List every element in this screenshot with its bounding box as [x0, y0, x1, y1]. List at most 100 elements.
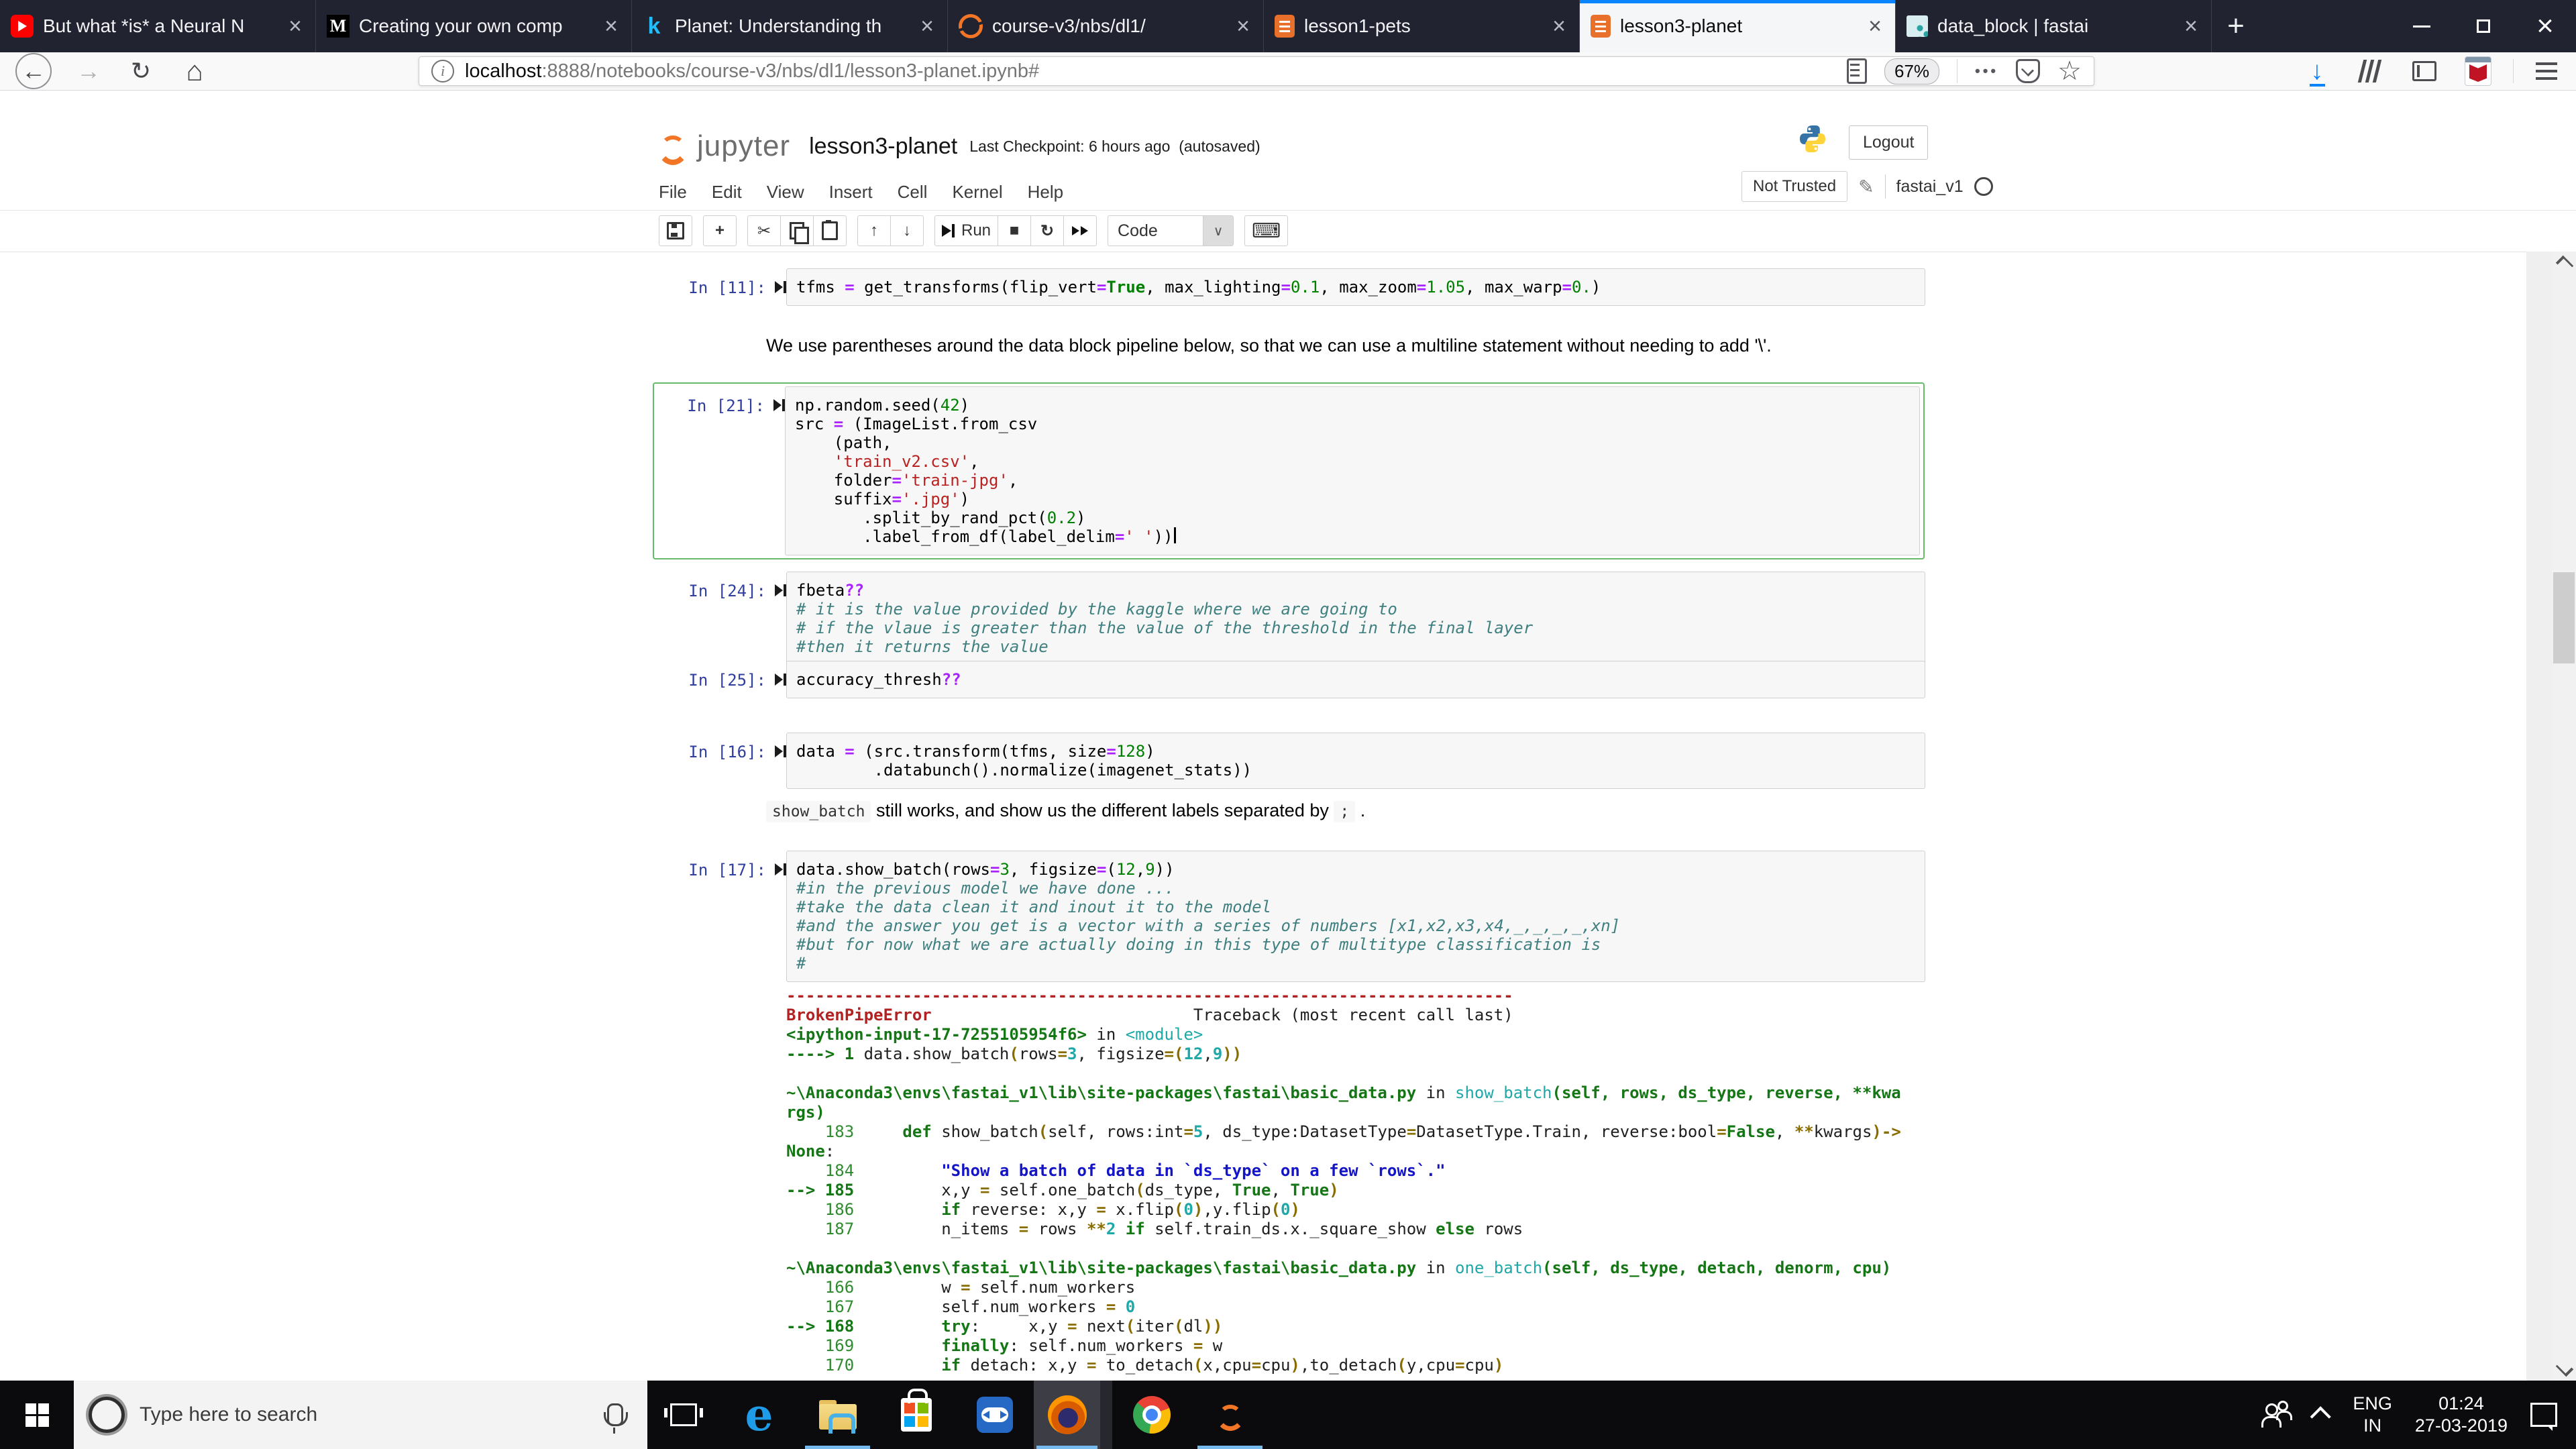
menu-help[interactable]: Help — [1028, 176, 1076, 208]
menu-view[interactable]: View — [767, 176, 817, 208]
run-cell-icon[interactable] — [766, 661, 786, 698]
close-tab-icon[interactable]: × — [1866, 13, 1884, 40]
minimize-button[interactable] — [2391, 0, 2453, 52]
new-tab-button[interactable]: + — [2212, 0, 2260, 52]
menu-button[interactable] — [2525, 52, 2568, 90]
people-icon[interactable] — [2261, 1401, 2293, 1428]
notebook-scrollbar[interactable] — [2552, 252, 2576, 1381]
menu-file[interactable]: File — [659, 176, 700, 208]
cell-input[interactable]: tfms = get_transforms(flip_vert=True, ma… — [786, 268, 1925, 306]
markdown-cell[interactable]: We use parentheses around the data block… — [659, 335, 1925, 356]
browser-tab-7[interactable]: data_block | fastai × — [1896, 0, 2212, 52]
code-cell-24[interactable]: In [24]: fbeta?? # it is the value provid… — [659, 572, 1925, 665]
move-cell-up-button[interactable]: ↑ — [857, 215, 891, 246]
menu-edit[interactable]: Edit — [712, 176, 755, 208]
menu-cell[interactable]: Cell — [898, 176, 941, 208]
start-button[interactable] — [0, 1381, 74, 1449]
bookmark-star-icon[interactable]: ☆ — [2057, 58, 2082, 85]
pocket-icon[interactable] — [2016, 59, 2041, 83]
run-cell-icon[interactable] — [766, 851, 786, 982]
browser-tab-5[interactable]: lesson1-pets × — [1264, 0, 1580, 52]
restart-kernel-button[interactable]: ↻ — [1030, 215, 1065, 246]
logout-button[interactable]: Logout — [1849, 125, 1929, 160]
code-cell-17[interactable]: In [17]: data.show_batch(rows=3, figsize=… — [659, 851, 1925, 982]
cell-type-dropdown[interactable]: Code ∨ — [1108, 215, 1234, 246]
paste-cell-button[interactable] — [813, 215, 847, 246]
cut-cell-button[interactable]: ✂ — [747, 215, 781, 246]
copy-cell-button[interactable] — [780, 215, 814, 246]
taskbar-store[interactable] — [877, 1381, 955, 1449]
code-cell-11[interactable]: In [11]: tfms = get_transforms(flip_vert=… — [659, 268, 1925, 306]
home-button[interactable]: ⌂ — [176, 52, 213, 90]
add-cell-button[interactable]: + — [703, 215, 737, 246]
command-palette-button[interactable]: ⌨ — [1244, 215, 1289, 246]
save-button[interactable] — [659, 215, 692, 246]
reader-mode-icon[interactable] — [1846, 58, 1867, 84]
cell-input[interactable]: data.show_batch(rows=3, figsize=(12,9)) … — [786, 851, 1925, 982]
scrollbar-thumb[interactable] — [2553, 572, 2575, 663]
language-indicator[interactable]: ENG IN — [2353, 1393, 2392, 1437]
taskbar-file-explorer[interactable] — [798, 1381, 877, 1449]
menu-kernel[interactable]: Kernel — [952, 176, 1015, 208]
page-actions-icon[interactable]: ••• — [1975, 62, 1998, 80]
markdown-cell[interactable]: show_batch still works, and show us the … — [659, 800, 1925, 822]
browser-tab-6[interactable]: lesson3-planet × — [1580, 0, 1896, 52]
taskbar-chrome[interactable] — [1112, 1381, 1191, 1449]
jupyter-logo-text[interactable]: jupyter — [697, 129, 790, 163]
sidebar-button[interactable] — [2403, 52, 2446, 90]
cell-input[interactable]: accuracy_thresh?? — [786, 661, 1925, 698]
restart-run-all-button[interactable] — [1063, 215, 1097, 246]
scroll-up-arrow-icon[interactable] — [2555, 255, 2574, 274]
forward-button[interactable]: → — [70, 52, 107, 90]
zoom-level-badge[interactable]: 67% — [1884, 58, 1940, 85]
notebook-title[interactable]: lesson3-planet — [809, 133, 957, 160]
run-cell-icon[interactable] — [766, 733, 786, 789]
action-center-icon[interactable] — [2530, 1403, 2557, 1431]
reload-button[interactable]: ↻ — [122, 52, 160, 90]
close-tab-icon[interactable]: × — [1550, 13, 1568, 40]
browser-tab-2[interactable]: M Creating your own comp × — [316, 0, 632, 52]
restore-button[interactable] — [2453, 0, 2514, 52]
scissors-icon: ✂ — [757, 221, 771, 240]
run-cell-icon[interactable] — [766, 268, 786, 306]
code-cell-21[interactable]: In [21]: np.random.seed(42) src = (ImageL… — [653, 382, 1925, 559]
close-window-button[interactable]: × — [2514, 0, 2576, 52]
back-button[interactable]: ← — [15, 52, 52, 90]
run-cell-button[interactable]: Run — [934, 215, 999, 246]
run-cell-icon[interactable] — [766, 572, 786, 665]
taskbar-search-box[interactable]: Type here to search — [74, 1381, 647, 1449]
downloads-button[interactable]: ↓ — [2296, 52, 2339, 90]
code-cell-25[interactable]: In [25]: accuracy_thresh?? — [659, 661, 1925, 698]
url-bar[interactable]: i localhost :8888/notebooks/course-v3/nb… — [419, 56, 2094, 86]
taskbar-edge[interactable]: e — [720, 1381, 798, 1449]
site-info-icon[interactable]: i — [431, 60, 454, 83]
library-button[interactable] — [2348, 52, 2391, 90]
close-tab-icon[interactable]: × — [602, 13, 621, 40]
cell-input[interactable]: np.random.seed(42) src = (ImageList.from… — [785, 386, 1920, 555]
browser-tab-4[interactable]: course-v3/nbs/dl1/ × — [948, 0, 1264, 52]
trust-status-button[interactable]: Not Trusted — [1741, 171, 1848, 202]
clock[interactable]: 01:24 27-03-2019 — [2415, 1393, 2508, 1437]
scroll-down-arrow-icon[interactable] — [2555, 1358, 2574, 1377]
run-cell-icon[interactable] — [765, 386, 785, 555]
interrupt-kernel-button[interactable]: ■ — [998, 215, 1032, 246]
browser-tab-3[interactable]: k Planet: Understanding th × — [632, 0, 948, 52]
close-tab-icon[interactable]: × — [2182, 13, 2200, 40]
cell-input[interactable]: fbeta?? # it is the value provided by th… — [786, 572, 1925, 665]
cell-input[interactable]: data = (src.transform(tfms, size=128) .d… — [786, 733, 1925, 789]
move-cell-down-button[interactable]: ↓ — [890, 215, 924, 246]
menu-insert[interactable]: Insert — [829, 176, 885, 208]
taskbar-firefox[interactable] — [1034, 1381, 1112, 1449]
taskbar-teamviewer[interactable] — [955, 1381, 1034, 1449]
microphone-icon[interactable] — [604, 1403, 628, 1434]
close-tab-icon[interactable]: × — [286, 13, 305, 40]
mcafee-extension-button[interactable] — [2457, 52, 2500, 90]
jupyter-logo[interactable] — [654, 127, 692, 165]
task-view-button[interactable] — [647, 1381, 720, 1449]
tray-expand-chevron-icon[interactable] — [2310, 1406, 2332, 1428]
taskbar-jupyter[interactable] — [1191, 1381, 1269, 1449]
close-tab-icon[interactable]: × — [918, 13, 936, 40]
code-cell-16[interactable]: In [16]: data = (src.transform(tfms, size… — [659, 733, 1925, 789]
close-tab-icon[interactable]: × — [1234, 13, 1252, 40]
browser-tab-1[interactable]: But what *is* a Neural N × — [0, 0, 316, 52]
